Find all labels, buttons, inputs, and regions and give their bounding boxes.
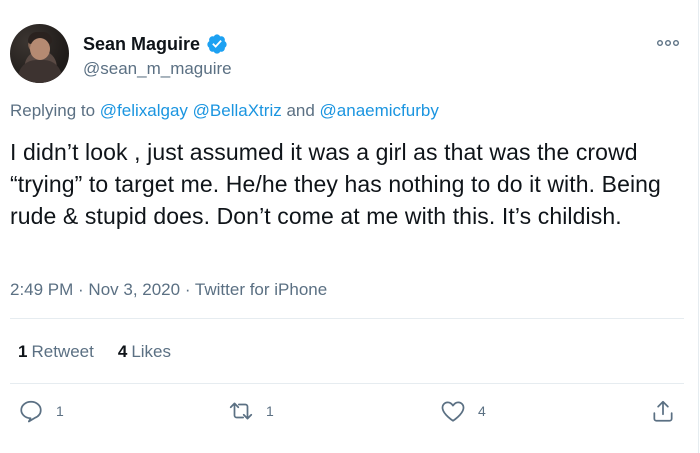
- avatar[interactable]: [10, 24, 69, 83]
- share-icon: [653, 400, 673, 422]
- retweets-label: Retweet: [31, 342, 94, 361]
- retweets-count: 1: [18, 342, 28, 361]
- like-icon: [441, 401, 465, 422]
- author-handle[interactable]: @sean_m_maguire: [83, 58, 232, 80]
- reply-icon: [20, 400, 42, 423]
- retweet-icon: [229, 402, 253, 420]
- tweet-card: Sean Maguire @sean_m_maguire Replying to…: [0, 0, 699, 453]
- tweet-meta: 2:49 PM · Nov 3, 2020 · Twitter for iPho…: [10, 280, 328, 299]
- tweet-stats: 1 Retweet 4 Likes: [18, 341, 171, 363]
- tweet-client[interactable]: Twitter for iPhone: [195, 280, 327, 299]
- retweets-stat[interactable]: 1 Retweet: [18, 341, 94, 363]
- retweet-count: 1: [266, 403, 274, 419]
- reply-user-link[interactable]: @anaemicfurby: [320, 101, 439, 120]
- verified-badge-icon: [207, 34, 227, 54]
- like-button[interactable]: 4: [440, 398, 486, 424]
- tweet-text: I didn’t look , just assumed it was a gi…: [10, 139, 661, 229]
- divider: [10, 318, 684, 319]
- share-button[interactable]: [650, 398, 676, 424]
- action-bar: 1 1 4: [0, 398, 698, 428]
- reply-count: 1: [56, 403, 64, 419]
- tweet-date[interactable]: Nov 3, 2020: [88, 280, 180, 299]
- reply-user-link[interactable]: @BellaXtriz: [193, 101, 282, 120]
- reply-user-link[interactable]: @felixalgay: [100, 101, 188, 120]
- divider: [10, 383, 684, 384]
- like-count: 4: [478, 403, 486, 419]
- replying-to-label: Replying to: [10, 101, 100, 120]
- replying-to: Replying to @felixalgay @BellaXtriz and …: [10, 101, 439, 120]
- likes-stat[interactable]: 4 Likes: [118, 341, 171, 363]
- author-name-row[interactable]: Sean Maguire: [83, 33, 228, 55]
- likes-label: Likes: [131, 342, 171, 361]
- more-icon[interactable]: [656, 36, 680, 50]
- reply-button[interactable]: 1: [18, 398, 64, 424]
- likes-count: 4: [117, 342, 128, 361]
- author-name[interactable]: Sean Maguire: [83, 33, 200, 55]
- retweet-button[interactable]: 1: [228, 398, 274, 424]
- tweet-time[interactable]: 2:49 PM: [10, 280, 73, 299]
